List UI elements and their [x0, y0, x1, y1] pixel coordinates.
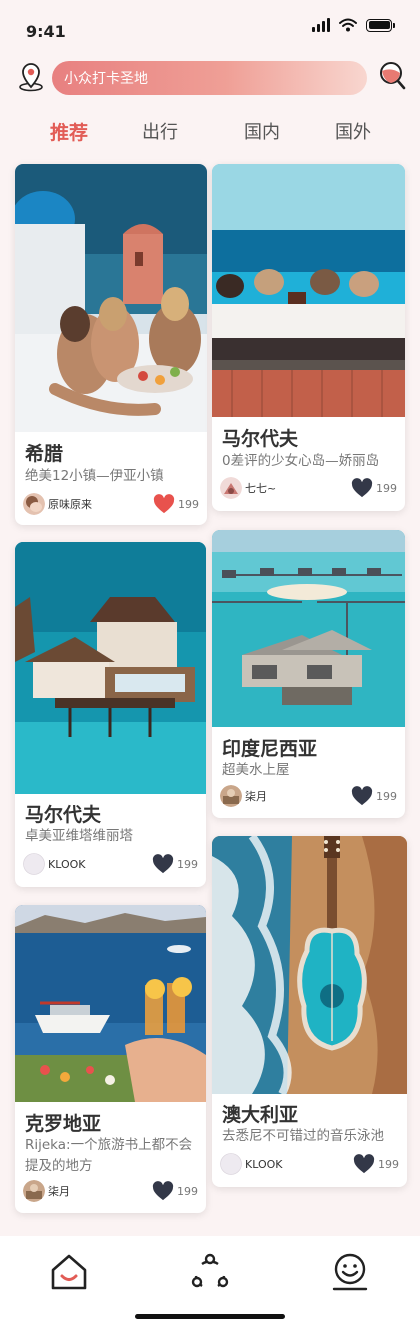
home-indicator [135, 1314, 285, 1319]
like-count: 199 [376, 789, 397, 803]
destination-card[interactable]: 马尔代夫 卓美亚维塔维丽塔 KLOOK 199 [15, 542, 206, 887]
avatar [23, 853, 45, 875]
cellular-signal-icon [312, 18, 330, 32]
like-button[interactable]: 199 [351, 478, 397, 498]
like-count: 199 [177, 857, 198, 871]
destination-photo [15, 905, 206, 1102]
heart-icon [152, 854, 174, 874]
heart-icon [152, 1181, 174, 1201]
card-footer: KLOOK 199 [23, 852, 198, 876]
destination-card[interactable]: 马尔代夫 0差评的少女心岛—娇丽岛 七七~ 199 [212, 164, 405, 511]
home-icon[interactable] [49, 1252, 89, 1292]
avatar [220, 477, 242, 499]
heart-icon [353, 1154, 375, 1174]
card-subtitle: 超美水上屋 [222, 762, 290, 778]
like-button[interactable]: 199 [351, 786, 397, 806]
card-footer: 柒月 199 [220, 784, 397, 808]
tab-travel[interactable]: 出行 [142, 118, 178, 144]
search-placeholder: 小众打卡圣地 [64, 71, 148, 87]
like-button[interactable]: 199 [153, 494, 199, 514]
search-input[interactable]: 小众打卡圣地 [52, 61, 367, 95]
like-count: 199 [177, 1184, 198, 1198]
profile-smile-icon[interactable] [331, 1252, 371, 1292]
avatar [220, 785, 242, 807]
tab-overseas[interactable]: 国外 [335, 118, 371, 144]
share-icon[interactable] [190, 1252, 230, 1292]
card-subtitle: 卓美亚维塔维丽塔 [25, 828, 133, 844]
heart-icon [351, 786, 373, 806]
card-footer: KLOOK 199 [220, 1152, 399, 1176]
destination-photo [212, 836, 407, 1094]
card-subtitle: 0差评的少女心岛—娇丽岛 [222, 453, 380, 469]
author-name: 七七~ [245, 482, 277, 495]
author-name: 原味原来 [48, 498, 92, 511]
location-pin-icon[interactable] [18, 62, 44, 92]
destination-photo [15, 164, 207, 432]
destination-card[interactable]: 澳大利亚 去悉尼不可错过的音乐泳池 KLOOK 199 [212, 836, 407, 1187]
status-time: 9:41 [26, 22, 66, 41]
like-button[interactable]: 199 [152, 1181, 198, 1201]
wifi-icon [339, 18, 357, 32]
card-title: 马尔代夫 [25, 804, 102, 826]
card-title: 澳大利亚 [222, 1104, 299, 1126]
author-name: KLOOK [48, 857, 86, 871]
card-title: 希腊 [25, 443, 64, 465]
tab-domestic[interactable]: 国内 [244, 118, 280, 144]
author-name: 柒月 [245, 790, 267, 803]
battery-icon [366, 18, 395, 32]
like-count: 199 [178, 497, 199, 511]
heart-icon [351, 478, 373, 498]
card-title: 印度尼西亚 [222, 738, 318, 760]
card-subtitle: 去悉尼不可错过的音乐泳池 [222, 1128, 384, 1144]
tab-recommend[interactable]: 推荐 [50, 118, 88, 145]
avatar [23, 493, 45, 515]
card-footer: 七七~ 199 [220, 476, 397, 500]
card-subtitle: Rijeka:一个旅游书上都不会提及的地方 [25, 1137, 193, 1174]
card-footer: 柒月 199 [23, 1179, 198, 1203]
like-button[interactable]: 199 [152, 854, 198, 874]
destination-card[interactable]: 希腊 绝美12小镇—伊亚小镇 原味原来 199 [15, 164, 207, 525]
destination-card[interactable]: 克罗地亚 Rijeka:一个旅游书上都不会提及的地方 柒月 199 [15, 905, 206, 1213]
status-bar: 9:41 [0, 0, 420, 56]
card-subtitle: 绝美12小镇—伊亚小镇 [25, 468, 164, 484]
like-count: 199 [376, 481, 397, 495]
heart-icon [153, 494, 175, 514]
avatar [220, 1153, 242, 1175]
author-name: KLOOK [245, 1157, 283, 1171]
card-footer: 原味原来 199 [23, 492, 199, 516]
avatar [23, 1180, 45, 1202]
destination-photo [15, 542, 206, 794]
destination-photo [212, 164, 405, 417]
like-count: 199 [378, 1157, 399, 1171]
destination-photo [212, 530, 405, 727]
search-icon[interactable] [377, 60, 407, 92]
category-tabs: 推荐 出行 国内 国外 [0, 118, 420, 154]
card-title: 马尔代夫 [222, 428, 299, 450]
author-name: 柒月 [48, 1185, 70, 1198]
destination-card[interactable]: 印度尼西亚 超美水上屋 柒月 199 [212, 530, 405, 818]
bottom-nav [0, 1236, 420, 1327]
like-button[interactable]: 199 [353, 1154, 399, 1174]
card-title: 克罗地亚 [25, 1113, 102, 1135]
status-icons [312, 18, 395, 32]
